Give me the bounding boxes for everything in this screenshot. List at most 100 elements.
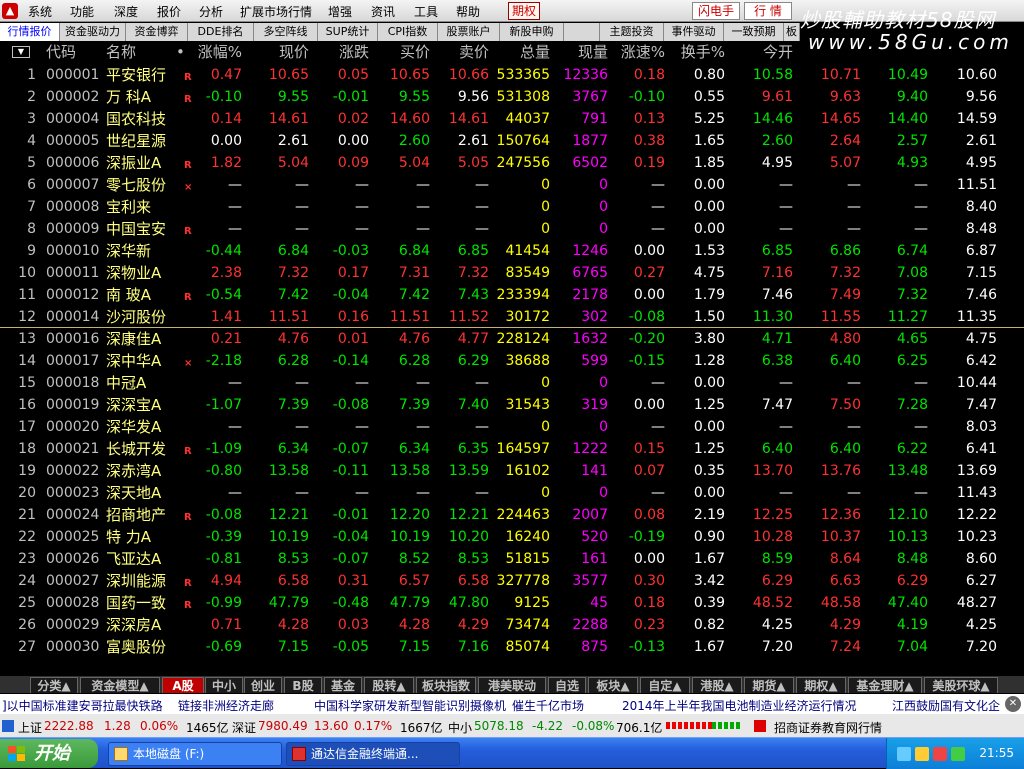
btab-custom[interactable]: 自定▲ bbox=[640, 677, 690, 693]
btab-hk-us-link[interactable]: 港美联动 bbox=[478, 677, 546, 693]
table-row[interactable]: 4 000005 世纪星源 0.00 2.61 0.00 2.60 2.61 150764 187… bbox=[0, 130, 1024, 152]
security-icon[interactable] bbox=[933, 747, 947, 761]
table-row[interactable]: 17 000020 深华发A — — — — — 0 0 — 0.00 — — — 8.03 bbox=[0, 416, 1024, 438]
btab-watchlist[interactable]: 自选 bbox=[548, 677, 586, 693]
table-row[interactable]: 13 000016 深康佳A 0.21 4.76 0.01 4.76 4.77 228124 16… bbox=[0, 328, 1024, 350]
app-logo-icon[interactable]: ▲ bbox=[2, 3, 18, 19]
btab-a-shares[interactable]: A股 bbox=[162, 677, 204, 693]
options-menu-button[interactable]: 期权 bbox=[508, 2, 540, 20]
subtab-dde-rank[interactable]: DDE排名 bbox=[188, 23, 254, 41]
col-current-vol[interactable]: 现量 bbox=[552, 42, 608, 62]
subtab-quote[interactable]: 行情报价 bbox=[0, 23, 60, 41]
btab-futures[interactable]: 期货▲ bbox=[744, 677, 794, 693]
col-name[interactable]: 名称 bbox=[106, 42, 136, 62]
network-icon[interactable] bbox=[897, 747, 911, 761]
menu-function[interactable]: 功能 bbox=[70, 3, 94, 20]
menu-system[interactable]: 系统 bbox=[28, 3, 52, 20]
table-row[interactable]: 18 000021 长城开发 R -1.09 6.34 -0.07 6.34 6.35 16459… bbox=[0, 438, 1024, 460]
subtab-event-drive[interactable]: 事件驱动 bbox=[664, 23, 724, 41]
table-row[interactable]: 11 000012 南 玻A R -0.54 7.42 -0.04 7.42 7.43 23339… bbox=[0, 284, 1024, 306]
btab-options[interactable]: 期权▲ bbox=[796, 677, 846, 693]
col-change-pct[interactable]: 涨幅% bbox=[172, 42, 242, 62]
table-row[interactable]: 26 000029 深深房A 0.71 4.28 0.03 4.28 4.29 73474 228… bbox=[0, 614, 1024, 636]
col-speed[interactable]: 涨速% bbox=[609, 42, 665, 62]
zx-value[interactable]: 5078.18 bbox=[474, 719, 524, 733]
subtab-sup-stats[interactable]: SUP统计 bbox=[318, 23, 378, 41]
col-turnover[interactable]: 换手% bbox=[669, 42, 725, 62]
btab-category[interactable]: 分类▲ bbox=[30, 677, 78, 693]
menu-help[interactable]: 帮助 bbox=[456, 3, 480, 20]
ticker-item[interactable]: 2014年上半年我国电池制造业经济运行情况 bbox=[622, 697, 857, 714]
table-row[interactable]: 20 000023 深天地A — — — — — 0 0 — 0.00 — — — 11.43 bbox=[0, 482, 1024, 504]
col-bid[interactable]: 买价 bbox=[370, 42, 430, 62]
table-row[interactable]: 2 000002 万 科A R -0.10 9.55 -0.01 9.55 9.56 531308… bbox=[0, 86, 1024, 108]
btab-sector-index[interactable]: 板块指数 bbox=[416, 677, 476, 693]
table-row[interactable]: 14 000017 深中华A × -2.18 6.28 -0.14 6.28 6.29 38688… bbox=[0, 350, 1024, 372]
taskbar-item-tdx[interactable]: 通达信金融终端通... bbox=[286, 742, 460, 766]
btab-global[interactable]: 美股环球▲ bbox=[924, 677, 998, 693]
menu-enhance[interactable]: 增强 bbox=[328, 3, 352, 20]
ticker-item[interactable]: 链接非洲经济走廊 bbox=[178, 697, 274, 714]
table-row[interactable]: 21 000024 招商地产 R -0.08 12.21 -0.01 12.20 12.21 22… bbox=[0, 504, 1024, 526]
start-button[interactable]: 开始 bbox=[0, 739, 98, 768]
subtab-board[interactable]: 板 bbox=[784, 23, 800, 41]
subtab-ipo[interactable]: 新股申购 bbox=[500, 23, 564, 41]
ticker-item[interactable]: 江西鼓励国有文化企 bbox=[892, 697, 1000, 714]
btab-sme[interactable]: 中小 bbox=[205, 677, 243, 693]
table-row[interactable]: 5 000006 深振业A R 1.82 5.04 0.09 5.04 5.05 247556 65… bbox=[0, 152, 1024, 174]
table-row[interactable]: 16 000019 深深宝A -1.07 7.39 -0.08 7.39 7.40 31543 3… bbox=[0, 394, 1024, 416]
ticker-item[interactable]: 催生千亿市场 bbox=[512, 697, 584, 714]
subtab-stock-account[interactable]: 股票账户 bbox=[438, 23, 500, 41]
menu-depth[interactable]: 深度 bbox=[114, 3, 138, 20]
table-row[interactable]: 25 000028 国药一致 R -0.99 47.79 -0.48 47.79 47.80 91… bbox=[0, 592, 1024, 614]
table-row[interactable]: 19 000022 深赤湾A -0.80 13.58 -0.11 13.58 13.59 161… bbox=[0, 460, 1024, 482]
btab-sector[interactable]: 板块▲ bbox=[588, 677, 638, 693]
market-quote-button[interactable]: 行 情 bbox=[744, 2, 792, 20]
table-row[interactable]: 15 000018 中冠A — — — — — 0 0 — 0.00 — — — 10.44 bbox=[0, 372, 1024, 394]
subtab-fund-game[interactable]: 资金博弈 bbox=[126, 23, 188, 41]
sh-value[interactable]: 2222.88 bbox=[44, 719, 94, 733]
btab-fund-finance[interactable]: 基金理财▲ bbox=[848, 677, 922, 693]
ticker-item[interactable]: 中国科学家研发新型智能识别摄像机 bbox=[314, 697, 506, 714]
btab-chinext[interactable]: 创业 bbox=[244, 677, 282, 693]
menu-tools[interactable]: 工具 bbox=[414, 3, 438, 20]
table-row[interactable]: 23 000026 飞亚达A -0.81 8.53 -0.07 8.52 8.53 51815 1… bbox=[0, 548, 1024, 570]
sz-value[interactable]: 7980.49 bbox=[258, 719, 308, 733]
col-change[interactable]: 涨跌 bbox=[309, 42, 369, 62]
subtab-fund-drive[interactable]: 资金驱动力 bbox=[60, 23, 126, 41]
menu-analysis[interactable]: 分析 bbox=[199, 3, 223, 20]
subtab-long-short[interactable]: 多空阵线 bbox=[254, 23, 318, 41]
table-row[interactable]: 8 000009 中国宝安 R — — — — —0 0—0.00— — —8.48 bbox=[0, 218, 1024, 240]
btab-hk-stocks[interactable]: 港股▲ bbox=[692, 677, 742, 693]
menu-extended-market[interactable]: 扩展市场行情 bbox=[240, 3, 312, 20]
table-row[interactable]: 1 000001 平安银行 R 0.47 10.65 0.05 10.65 10.66 53336… bbox=[0, 64, 1024, 86]
table-row[interactable]: 6 000007 零七股份 × — — — — —0 0—0.00— — —11.51 bbox=[0, 174, 1024, 196]
table-row[interactable]: 27 000030 富奥股份 -0.69 7.15 -0.05 7.15 7.16 85074 8… bbox=[0, 636, 1024, 658]
col-volume[interactable]: 总量 bbox=[486, 42, 550, 62]
lightning-trade-button[interactable]: 闪电手 bbox=[692, 2, 740, 20]
tray-app-icon[interactable] bbox=[951, 747, 965, 761]
volume-icon[interactable] bbox=[915, 747, 929, 761]
table-row[interactable]: 22 000025 特 力A -0.39 10.19 -0.04 10.19 10.20 162… bbox=[0, 526, 1024, 548]
table-row[interactable]: 9 000010 深华新 -0.44 6.84 -0.03 6.84 6.85 41454 124… bbox=[0, 240, 1024, 262]
btab-b-shares[interactable]: B股 bbox=[284, 677, 322, 693]
taskbar-item-explorer[interactable]: 本地磁盘 (F:) bbox=[108, 742, 282, 766]
btab-fund-model[interactable]: 资金模型▲ bbox=[80, 677, 160, 693]
ticker-close-icon[interactable]: ✕ bbox=[1005, 696, 1021, 712]
col-open[interactable]: 今开 bbox=[729, 42, 793, 62]
col-price[interactable]: 现价 bbox=[239, 42, 309, 62]
broker-name[interactable]: 招商证券教育网行情 bbox=[774, 719, 882, 736]
col-ask[interactable]: 卖价 bbox=[429, 42, 489, 62]
table-row[interactable]: 10 000011 深物业A 2.38 7.32 0.17 7.31 7.32 83549 676… bbox=[0, 262, 1024, 284]
table-row[interactable]: 24 000027 深圳能源 R 4.94 6.58 0.31 6.57 6.58 327778 3… bbox=[0, 570, 1024, 592]
subtab-theme-invest[interactable]: 主题投资 bbox=[600, 23, 664, 41]
table-row[interactable]: 3 000004 国农科技 0.14 14.61 0.02 14.60 14.61 44037 7… bbox=[0, 108, 1024, 130]
column-menu-icon[interactable]: ▼ bbox=[12, 46, 30, 58]
col-code[interactable]: 代码 bbox=[46, 42, 76, 62]
table-row[interactable]: 12 000014 沙河股份 1.41 11.51 0.16 11.51 11.52 30172… bbox=[0, 306, 1024, 328]
btab-fund[interactable]: 基金 bbox=[324, 677, 362, 693]
menu-news[interactable]: 资讯 bbox=[371, 3, 395, 20]
ticker-item[interactable]: ]以中国标准建安哥拉最快铁路 bbox=[2, 697, 163, 714]
subtab-cpi-index[interactable]: CPI指数 bbox=[378, 23, 438, 41]
menu-quote[interactable]: 报价 bbox=[157, 3, 181, 20]
